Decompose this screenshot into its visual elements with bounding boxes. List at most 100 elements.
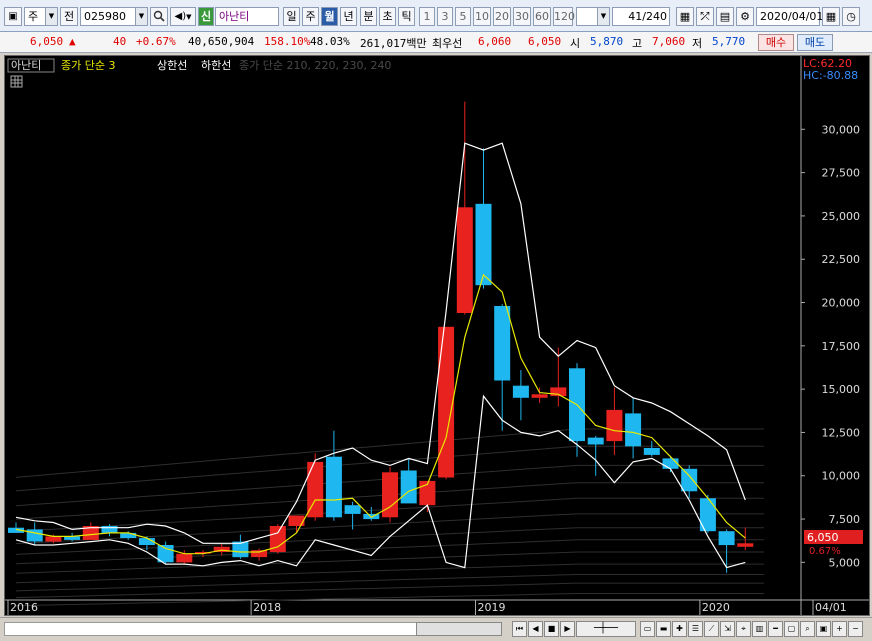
reset-icon[interactable]: ▣ bbox=[816, 621, 831, 637]
zoom-in-icon[interactable]: ▬ bbox=[656, 621, 671, 637]
interval-button-5[interactable]: 5 bbox=[455, 7, 471, 26]
high-label: 고 bbox=[632, 37, 643, 50]
chart-scroll-track[interactable] bbox=[4, 622, 434, 636]
search-icon[interactable] bbox=[150, 7, 168, 26]
zoom-slider-icon[interactable]: ─┼── bbox=[576, 621, 636, 637]
legend-ma-group: 종가 단순 210, 220, 230, 240 bbox=[239, 59, 391, 72]
period-tab-tick[interactable]: 틱 bbox=[398, 7, 415, 26]
candle-body bbox=[438, 326, 455, 478]
stock-code-input[interactable]: 025980 ▼ bbox=[80, 7, 148, 26]
trade-amount: 261,017백만 bbox=[360, 37, 427, 50]
grid-settings-icon[interactable]: ▦ bbox=[676, 7, 694, 26]
speaker-icon[interactable]: ◀)▼ bbox=[170, 7, 196, 26]
count-input[interactable]: 41/240 bbox=[612, 7, 670, 26]
save-icon[interactable]: ▤ bbox=[716, 7, 734, 26]
legend-table-icon[interactable] bbox=[10, 75, 23, 88]
crosshair-icon[interactable]: ✚ bbox=[672, 621, 687, 637]
y-tick-label: 10,000 bbox=[822, 470, 861, 483]
period-tab-year[interactable]: 년 bbox=[340, 7, 357, 26]
candle-body bbox=[26, 529, 43, 542]
indicator-lines bbox=[15, 142, 746, 569]
current-pct-tag: 0.67% bbox=[809, 546, 841, 557]
interval-button-30[interactable]: 30 bbox=[513, 7, 531, 26]
chart-grid bbox=[5, 56, 869, 615]
clock-icon[interactable]: ◷ bbox=[842, 7, 860, 26]
chart-type-icon[interactable]: ▣ bbox=[4, 7, 22, 26]
candle-body bbox=[643, 448, 660, 455]
candle-body bbox=[512, 385, 529, 398]
candle-body bbox=[45, 536, 62, 542]
period-tab-day[interactable]: 일 bbox=[283, 7, 300, 26]
open-price: 5,870 bbox=[590, 35, 624, 48]
y-tick-label: 20,000 bbox=[822, 297, 861, 310]
candle-body bbox=[475, 203, 492, 286]
x-tick-label: 2019 bbox=[478, 601, 506, 614]
price-info-bar: 6,050 ▲ 40 +0.67% 40,650,904 158.10% 48.… bbox=[0, 32, 872, 53]
best-quote-label: 최우선 bbox=[432, 37, 463, 50]
legend-lower-band: 하한선 bbox=[201, 58, 231, 72]
open-label: 시 bbox=[570, 37, 581, 50]
candle-body bbox=[400, 470, 417, 504]
period-tab-minute[interactable]: 분 bbox=[360, 7, 377, 26]
zoom-out-icon[interactable]: ▭ bbox=[640, 621, 655, 637]
bars-icon[interactable]: ▥ bbox=[752, 621, 767, 637]
legend-ma: 종가 단순 3 bbox=[61, 59, 115, 72]
calendar-icon[interactable]: ▦ bbox=[822, 7, 840, 26]
x-tick-label: 2016 bbox=[10, 601, 38, 614]
magnify-icon[interactable]: ⌕ bbox=[800, 621, 815, 637]
minus-icon[interactable]: ━ bbox=[768, 621, 783, 637]
chevron-down-icon[interactable]: ▼ bbox=[597, 8, 609, 25]
candle-body bbox=[737, 543, 754, 547]
candle-body bbox=[344, 505, 361, 514]
y-tick-label: 7,500 bbox=[829, 513, 861, 526]
remove-icon[interactable]: − bbox=[848, 621, 863, 637]
market-label: 주 bbox=[28, 10, 39, 23]
buy-button[interactable]: 매수 bbox=[758, 34, 794, 51]
period-tab-month[interactable]: 월 bbox=[321, 7, 338, 26]
date-input[interactable]: 2020/04/01 bbox=[756, 7, 823, 26]
line-tool-icon[interactable]: ⤱ bbox=[696, 7, 714, 26]
pin-icon[interactable]: ⌖ bbox=[736, 621, 751, 637]
count-total: /240 bbox=[642, 10, 667, 23]
scroll-next-icon[interactable]: ▶ bbox=[560, 621, 575, 637]
period-tab-second[interactable]: 초 bbox=[379, 7, 396, 26]
chart-navigation-bar: ⏮ ◀ ■ ▶ ─┼── ▭ ▬ ✚ ☰ ⟋ ⇲ ⌖ ▥ ━ ▢ ⌕ ▣ + − bbox=[0, 617, 872, 641]
current-price-tag-text: 6,050 bbox=[807, 531, 839, 544]
all-toggle-button[interactable]: 전 bbox=[60, 7, 78, 26]
stock-name-field[interactable]: 아난티 bbox=[215, 7, 279, 26]
low-label: 저 bbox=[692, 37, 703, 50]
stop-icon[interactable]: ■ bbox=[544, 621, 559, 637]
interval-button-20[interactable]: 20 bbox=[493, 7, 511, 26]
legend-stock-name: 아난티 bbox=[11, 59, 41, 72]
interval-button-60[interactable]: 60 bbox=[533, 7, 551, 26]
candle-body bbox=[251, 550, 268, 558]
market-select[interactable]: 주 ▼ bbox=[24, 7, 58, 26]
interval-button-120[interactable]: 120 bbox=[553, 7, 575, 26]
chart-scroll-thumb[interactable] bbox=[416, 622, 502, 636]
stock-code-value: 025980 bbox=[84, 10, 126, 23]
interval-select[interactable]: ▼ bbox=[576, 7, 610, 26]
gear-icon[interactable]: ⚙ bbox=[736, 7, 754, 26]
sell-button[interactable]: 매도 bbox=[797, 34, 833, 51]
list-icon[interactable]: ☰ bbox=[688, 621, 703, 637]
x-tick-label: 2018 bbox=[253, 601, 281, 614]
chevron-down-icon[interactable]: ▼ bbox=[45, 8, 57, 25]
interval-button-10[interactable]: 10 bbox=[473, 7, 491, 26]
scroll-prev-icon[interactable]: ◀ bbox=[528, 621, 543, 637]
interval-button-3[interactable]: 3 bbox=[437, 7, 453, 26]
candle-body bbox=[681, 468, 698, 492]
add-icon[interactable]: + bbox=[832, 621, 847, 637]
x-tick-label: 2020 bbox=[702, 601, 730, 614]
arrow-icon[interactable]: ⇲ bbox=[720, 621, 735, 637]
scroll-first-icon[interactable]: ⏮ bbox=[512, 621, 527, 637]
chevron-down-icon[interactable]: ▼ bbox=[135, 8, 147, 25]
period-tab-week[interactable]: 주 bbox=[302, 7, 319, 26]
y-tick-label: 27,500 bbox=[822, 167, 861, 180]
window-icon[interactable]: ▢ bbox=[784, 621, 799, 637]
x-axis: 2016 2018 2019 2020 04/01 bbox=[7, 600, 847, 615]
candles bbox=[8, 101, 754, 573]
price-chart[interactable]: 5,000 7,500 10,000 12,500 15,000 17,500 20,000… bbox=[4, 55, 870, 616]
draw-line-icon[interactable]: ⟋ bbox=[704, 621, 719, 637]
interval-button-1[interactable]: 1 bbox=[419, 7, 435, 26]
candlestick-chart[interactable]: 5,000 7,500 10,000 12,500 15,000 17,500 20,000… bbox=[5, 56, 869, 615]
